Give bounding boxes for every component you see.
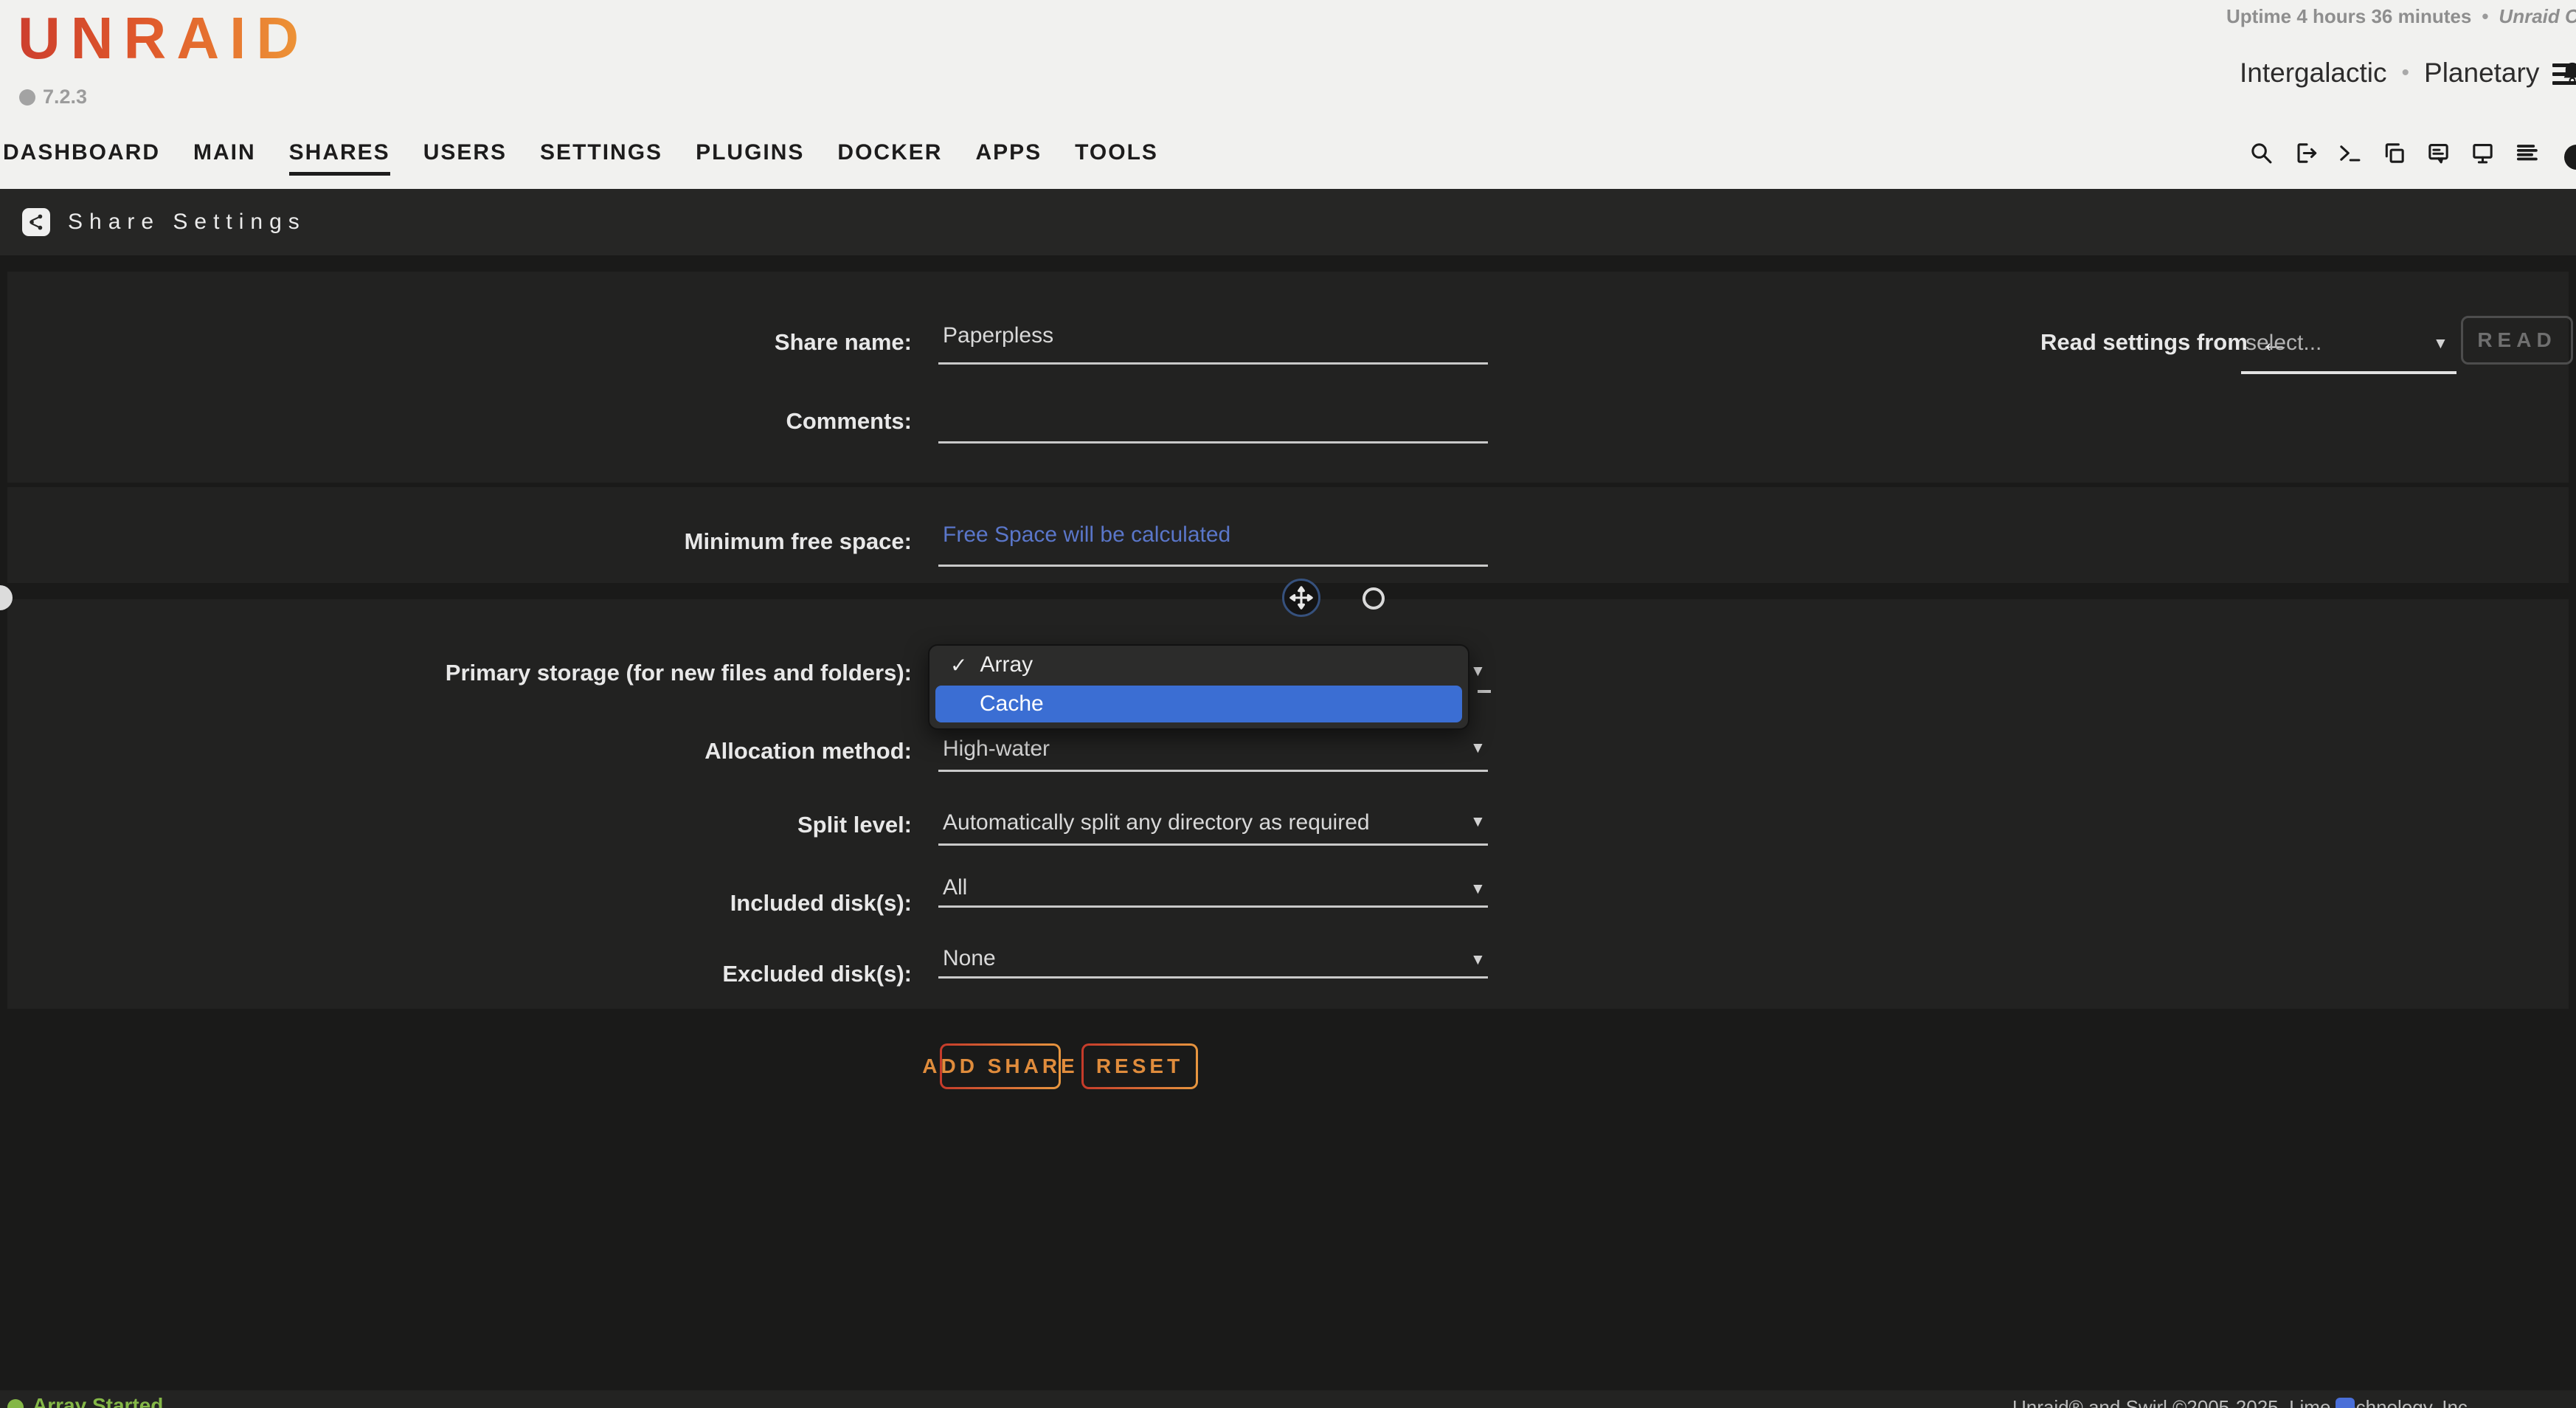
unraid-webgui: UNRAID 7.2.3 Uptime 4 hours 36 minutes•U… <box>0 0 2576 1408</box>
os-edition-text: Unraid OS Start <box>2499 5 2576 27</box>
option-label: Cache <box>980 691 1044 717</box>
comments-input[interactable] <box>943 402 1474 427</box>
split-level-label: Split level: <box>7 812 912 838</box>
page-title-bar: Share Settings <box>0 189 2576 255</box>
array-status: Array Started <box>7 1394 163 1408</box>
share-settings-icon <box>22 208 50 236</box>
allocation-method-label: Allocation method: <box>7 738 912 765</box>
add-share-button[interactable]: ADD SHARE <box>940 1043 1061 1089</box>
page-title: Share Settings <box>68 210 306 235</box>
move-cursor-icon <box>1282 579 1320 617</box>
excluded-disks-label: Excluded disk(s): <box>7 961 912 987</box>
primary-storage-label: Primary storage (for new files and folde… <box>7 660 912 686</box>
dropdown-option-cache[interactable]: Cache <box>935 686 1462 722</box>
dot-separator: • <box>2402 61 2410 86</box>
reset-button[interactable]: RESET <box>1081 1043 1198 1089</box>
status-dot-icon <box>7 1399 24 1408</box>
included-disks-label: Included disk(s): <box>7 890 912 917</box>
nav-users[interactable]: USERS <box>423 140 507 176</box>
server-identity: Intergalactic • Planetary <box>2240 58 2576 89</box>
min-free-space-label: Minimum free space: <box>7 528 912 555</box>
nav-plugins[interactable]: PLUGINS <box>696 140 804 176</box>
allocation-method-underline <box>938 770 1488 772</box>
included-disks-underline <box>938 905 1488 908</box>
uptime-bar: Uptime 4 hours 36 minutes • Unraid OS Star… <box>2226 5 2576 28</box>
feedback-icon[interactable] <box>2426 140 2451 166</box>
read-select-underline <box>2241 371 2456 374</box>
display-icon[interactable] <box>2470 140 2496 166</box>
primary-storage-dropdown: ✓ Array Cache <box>928 644 1469 730</box>
option-label: Array <box>980 652 1033 677</box>
excluded-disks-select[interactable]: None <box>943 946 996 971</box>
main-navigation: DASHBOARD MAIN SHARES USERS SETTINGS PLU… <box>3 140 1158 176</box>
split-level-underline <box>938 843 1488 846</box>
nav-shares[interactable]: SHARES <box>289 140 390 176</box>
check-icon: ✓ <box>950 653 967 677</box>
nav-settings[interactable]: SETTINGS <box>540 140 662 176</box>
chevron-down-icon: ▼ <box>1470 739 1486 757</box>
footer-bar: Array Started Unraid® and Swirl ©2005-20… <box>0 1390 2576 1408</box>
share-name-input[interactable] <box>943 323 1474 348</box>
terminal-icon[interactable] <box>2337 140 2363 166</box>
split-level-select[interactable]: Automatically split any directory as req… <box>943 810 1370 835</box>
share-name-underline <box>938 362 1488 365</box>
read-settings-select[interactable]: select... <box>2246 331 2321 356</box>
array-status-text: Array Started <box>32 1394 163 1408</box>
primary-storage-underline <box>1478 690 1491 693</box>
free-space-panel: Minimum free space: <box>7 487 2569 583</box>
nav-dashboard[interactable]: DASHBOARD <box>3 140 160 176</box>
min-free-space-input[interactable] <box>943 522 1474 548</box>
utility-icons <box>2248 140 2540 166</box>
copy-icon[interactable] <box>2381 140 2407 166</box>
nav-main[interactable]: MAIN <box>193 140 256 176</box>
logout-icon[interactable] <box>2293 140 2319 166</box>
storage-settings-panel: Primary storage (for new files and folde… <box>7 599 2569 1009</box>
clipped-edge-icon[interactable] <box>2564 145 2576 170</box>
log-icon[interactable] <box>2514 140 2540 166</box>
nav-apps[interactable]: APPS <box>975 140 1042 176</box>
nav-docker[interactable]: DOCKER <box>837 140 942 176</box>
uptime-text: Uptime 4 hours 36 minutes <box>2226 5 2471 27</box>
server-description: Planetary <box>2424 58 2539 89</box>
min-free-space-underline <box>938 565 1488 567</box>
version-label: 7.2.3 <box>19 86 87 108</box>
dropdown-option-array[interactable]: ✓ Array <box>929 646 1468 684</box>
read-button[interactable]: READ <box>2461 316 2573 365</box>
server-name: Intergalactic <box>2240 58 2387 89</box>
copyright-text: Unraid® and Swirl ©2005-2025, Lime Techn… <box>2012 1396 2473 1408</box>
included-disks-select[interactable]: All <box>943 875 967 900</box>
comments-underline <box>938 441 1488 444</box>
excluded-disks-underline <box>938 976 1488 979</box>
allocation-method-select[interactable]: High-water <box>943 736 1050 762</box>
chevron-down-icon: ▼ <box>1470 951 1486 969</box>
chevron-down-icon: ▼ <box>1470 880 1486 898</box>
dot-separator: • <box>2482 5 2488 27</box>
chevron-down-icon: ▼ <box>1470 663 1486 680</box>
nav-tools[interactable]: TOOLS <box>1075 140 1158 176</box>
comments-label: Comments: <box>7 408 912 435</box>
chevron-down-icon: ▼ <box>1470 813 1486 831</box>
circle-cursor-icon <box>1363 587 1385 610</box>
top-header: UNRAID 7.2.3 Uptime 4 hours 36 minutes•U… <box>0 0 2576 189</box>
version-dot-icon <box>19 89 35 106</box>
share-name-label: Share name: <box>7 329 912 356</box>
version-number: 7.2.3 <box>43 86 87 108</box>
footer-flag-icon[interactable] <box>2336 1398 2355 1408</box>
chevron-down-icon: ▼ <box>2433 335 2448 353</box>
search-icon[interactable] <box>2248 140 2274 166</box>
share-identity-panel: Share name: Comments: Read settings from… <box>7 272 2569 483</box>
unraid-logo[interactable]: UNRAID <box>18 4 309 72</box>
menu-hamburger-icon[interactable] <box>2552 63 2576 90</box>
